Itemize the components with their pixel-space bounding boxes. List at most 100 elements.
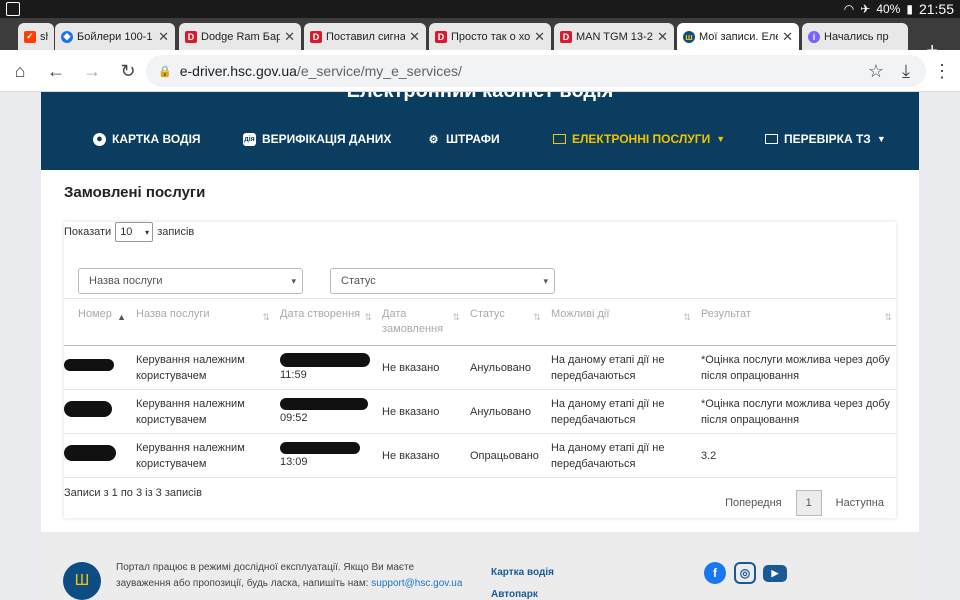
cell-service: Керування належним користувачем (130, 345, 274, 390)
lock-icon: 🔒 (158, 65, 172, 78)
close-tab-icon[interactable]: ✕ (782, 29, 793, 45)
next-page-button[interactable]: Наступна (836, 497, 884, 509)
cell-actions: На даному етапі дії не передбачаються (544, 345, 695, 390)
redaction-mark (280, 441, 360, 454)
cell-ordered: Не вказано (376, 433, 464, 478)
nav-item-driver-card[interactable]: ● КАРТКА ВОДІЯ (93, 132, 201, 146)
cell-actions: На даному етапі дії не передбачаються (544, 433, 695, 478)
prev-page-button[interactable]: Попередня (725, 497, 782, 509)
close-tab-icon[interactable]: ✕ (409, 29, 420, 45)
chevron-down-icon: ▼ (716, 134, 726, 144)
laptop-icon (553, 134, 566, 144)
column-header-number[interactable]: Номер ▲ (64, 298, 130, 346)
tab-title: sha (40, 30, 48, 43)
diia-icon: дія (243, 132, 256, 146)
cell-actions: На даному етапі дії не передбачаються (544, 389, 695, 434)
column-header-created[interactable]: Дата створення ⇅ (274, 298, 376, 346)
redaction-mark (64, 445, 116, 461)
close-tab-icon[interactable]: ✕ (158, 29, 169, 45)
url-path: /e_service/my_e_services/ (296, 63, 462, 79)
footer-text: Портал працює в режимі дослідної експлуа… (116, 562, 415, 589)
pagination: Попередня 1 Наступна (725, 490, 884, 516)
redaction-mark (280, 352, 370, 367)
tab-favicon-icon: D (435, 30, 447, 43)
chevron-down-icon: ▾ (145, 227, 150, 237)
browser-tab[interactable]: D MAN TGM 13-28 ✕ (554, 23, 674, 50)
battery-icon: ▮ (906, 2, 913, 16)
airplane-icon: ✈ (860, 2, 871, 16)
cell-ordered: Не вказано (376, 389, 464, 434)
footer-link-fleet[interactable]: Автопарк (491, 589, 538, 600)
site-title: Електронний кабінет водія (41, 92, 919, 103)
menu-kebab-icon[interactable]: ⋮ (930, 59, 954, 83)
footer-link-driver-card[interactable]: Картка водія (491, 567, 554, 578)
chevron-down-icon: ▾ (291, 275, 296, 286)
instagram-icon[interactable]: ◎ (734, 562, 756, 584)
page-number-button[interactable]: 1 (795, 490, 822, 516)
main-nav: ● КАРТКА ВОДІЯ дія ВЕРИФІКАЦІЯ ДАНИХ ⚙ Ш… (41, 132, 919, 152)
nav-item-vehicle-check[interactable]: ПЕРЕВІРКА ТЗ ▼ (765, 132, 886, 146)
length-suffix: записів (157, 226, 195, 238)
status-filter-select[interactable]: Статус ▾ (330, 268, 555, 294)
reload-icon[interactable]: ↻ (116, 59, 140, 83)
sort-icon: ⇅ (262, 312, 270, 322)
cell-status: Анульовано (464, 389, 545, 434)
redaction-mark (280, 397, 368, 410)
nav-label: КАРТКА ВОДІЯ (112, 132, 201, 146)
cell-result: 3.2 (694, 433, 896, 478)
site-footer: Ш Портал працює в режимі дослідної експл… (41, 532, 919, 600)
sort-icon: ⇅ (452, 312, 460, 322)
tab-title: Бойлери 100-1 (77, 30, 153, 43)
site-header: Електронний кабінет водія ● КАРТКА ВОДІЯ… (41, 92, 919, 170)
back-icon[interactable]: ← (44, 59, 68, 83)
nav-item-verification[interactable]: дія ВЕРИФІКАЦІЯ ДАНИХ (243, 132, 391, 146)
bookmark-star-icon[interactable]: ☆ (864, 59, 888, 83)
browser-tab[interactable]: D Поставил сигна ✕ (304, 23, 426, 50)
tab-favicon-icon: ◆ (61, 30, 73, 43)
services-table: Номер ▲ Назва послуги ⇅ Дата створення ⇅ Да… (64, 298, 896, 478)
tab-title: Мої записи. Еле (699, 30, 779, 43)
nav-label: ВЕРИФІКАЦІЯ ДАНИХ (262, 132, 392, 146)
redaction-mark (64, 359, 114, 371)
facebook-icon[interactable]: f (704, 562, 726, 584)
sort-icon: ⇅ (364, 312, 372, 322)
nav-item-e-services[interactable]: ЕЛЕКТРОННІ ПОСЛУГИ ▼ (553, 132, 725, 146)
page-length-select[interactable]: 10 ▾ (115, 222, 154, 242)
browser-tab-active[interactable]: ш Мої записи. Еле ✕ (677, 23, 799, 50)
sort-icon: ⇅ (683, 312, 691, 322)
close-tab-icon[interactable]: ✕ (534, 29, 545, 45)
youtube-icon[interactable]: ▶ (763, 565, 787, 582)
browser-tab[interactable]: ◆ Бойлери 100-1 ✕ (55, 23, 175, 50)
tab-favicon-icon: D (560, 30, 572, 43)
tab-title: Поставил сигна (326, 30, 406, 43)
service-filter-placeholder: Назва послуги (89, 275, 163, 287)
browser-tab[interactable]: i Начались пр (802, 23, 908, 50)
cell-number (64, 433, 130, 478)
browser-tab[interactable]: D Просто так о хо ✕ (429, 23, 551, 50)
nav-label: ПЕРЕВІРКА ТЗ (784, 132, 871, 146)
chevron-down-icon: ▾ (543, 275, 548, 286)
column-header-actions[interactable]: Можливі дії ⇅ (544, 298, 695, 346)
browser-tab[interactable]: ✓ sha (18, 23, 54, 50)
tab-favicon-icon: D (310, 30, 322, 43)
column-header-ordered[interactable]: Дата замовлення ⇅ (376, 298, 464, 346)
nav-label: ЕЛЕКТРОННІ ПОСЛУГИ (572, 132, 711, 146)
column-header-result[interactable]: Результат ⇅ (694, 298, 896, 346)
table-row: Керування належним користувачем 09:52 Не… (64, 389, 896, 434)
forward-icon[interactable]: → (80, 59, 104, 83)
column-header-service[interactable]: Назва послуги ⇅ (130, 298, 274, 346)
service-filter-select[interactable]: Назва послуги ▾ (78, 268, 303, 294)
home-icon[interactable]: ⌂ (8, 59, 32, 83)
close-tab-icon[interactable]: ✕ (284, 29, 295, 45)
support-email-link[interactable]: support@hsc.gov.ua (371, 578, 462, 589)
page-length-control: Показати 10 ▾ записів (64, 222, 194, 242)
nav-item-fines[interactable]: ⚙ ШТРАФИ (427, 132, 500, 146)
close-tab-icon[interactable]: ✕ (657, 29, 668, 45)
column-header-status[interactable]: Статус ⇅ (464, 298, 545, 346)
user-circle-icon: ● (93, 132, 106, 146)
browser-tab[interactable]: D Dodge Ram Бар ✕ (179, 23, 301, 50)
card-icon (765, 134, 778, 144)
download-icon[interactable]: ⤓ (894, 59, 918, 83)
cell-number (64, 389, 130, 434)
address-bar[interactable]: 🔒 e-driver.hsc.gov.ua/e_service/my_e_ser… (146, 55, 926, 87)
